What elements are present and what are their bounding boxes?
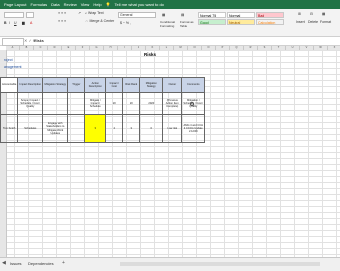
- header-accountable[interactable]: Accountable: [0, 77, 19, 93]
- project-label: roject: [4, 58, 13, 62]
- table-cell[interactable]: (Previous Action Item Complete): [162, 92, 183, 115]
- header-trigger[interactable]: Trigger: [67, 77, 86, 93]
- formula-input[interactable]: Risks: [34, 38, 44, 43]
- table-cell[interactable]: 0: [139, 114, 164, 143]
- merge-center-label: Merge & Center: [89, 19, 115, 23]
- horizontal-scrollbar[interactable]: [120, 262, 320, 266]
- risk-table: Accountable Impact Description Mitigatio…: [0, 77, 206, 143]
- table-cell[interactable]: Engage with Stakeholders to Mitigate Wor…: [42, 114, 69, 143]
- table-cell[interactable]: 20: [105, 92, 124, 115]
- tab-formulas[interactable]: Formulas: [30, 2, 47, 7]
- tell-me-search[interactable]: Tell me what you want to do: [115, 2, 164, 7]
- font-size-select[interactable]: [26, 12, 34, 18]
- currency-icon[interactable]: $ ~ % ,: [120, 21, 131, 25]
- conditional-formatting-button[interactable]: Conditional Formatting: [160, 20, 178, 28]
- align-left-icon[interactable]: ≡ ≡ ≡: [58, 19, 66, 23]
- table-cell[interactable]: Tom Smith: [0, 114, 19, 143]
- table-cell[interactable]: [42, 92, 69, 115]
- add-sheet-icon[interactable]: +: [62, 260, 65, 266]
- style-bad[interactable]: Bad: [256, 12, 284, 18]
- style-normal-75[interactable]: Normal 75: [198, 12, 226, 18]
- format-icon[interactable]: ▦: [322, 12, 325, 16]
- merge-center-button[interactable]: ⇔ Merge & Center: [85, 19, 114, 23]
- italic-button[interactable]: I: [9, 21, 10, 25]
- conditional-formatting-icon[interactable]: ▦: [162, 13, 165, 17]
- tab-view[interactable]: View: [81, 2, 90, 7]
- formula-bar: ✕ ✓ fx Risks: [0, 37, 340, 46]
- table-row: Tom Smith Schedules Engage with Stakehol…: [0, 114, 206, 143]
- bold-button[interactable]: B: [4, 21, 7, 25]
- table-cell[interactable]: Scope / Impact / Schedule / Cost / Quali…: [17, 92, 44, 115]
- insert-icon[interactable]: ⊞: [298, 12, 301, 16]
- table-cell-highlighted[interactable]: 3: [84, 114, 107, 143]
- orientation-icon[interactable]: ↗: [78, 11, 81, 15]
- ribbon: B I U ▆ A ≡ ≡ ≡ ≡ ≡ ≡ ↗ ⤶ Wrap Text ⇔ Me…: [0, 9, 340, 43]
- ribbon-tab-bar: Page Layout Formulas Data Review View He…: [0, 0, 340, 9]
- lightbulb-icon: 💡: [105, 2, 111, 7]
- header-mitigation-strategy[interactable]: Mitigation Strategy: [42, 77, 69, 93]
- name-box[interactable]: [2, 38, 24, 46]
- style-calculation[interactable]: Calculation: [256, 19, 284, 25]
- status-bar: ◀ Issues Dependencies +: [0, 257, 340, 271]
- table-cell[interactable]: 3: [122, 114, 141, 143]
- style-normal[interactable]: Normal: [227, 12, 255, 18]
- header-action-description[interactable]: Action Description: [84, 77, 107, 93]
- tab-help[interactable]: Help: [93, 2, 101, 7]
- font-color-icon[interactable]: A: [30, 21, 32, 25]
- wrap-text-button[interactable]: ⤶ Wrap Text: [85, 11, 104, 15]
- table-row: Scope / Impact / Schedule / Cost / Quali…: [0, 92, 206, 115]
- delete-icon[interactable]: ⊟: [310, 12, 313, 16]
- header-mitigation-stategy[interactable]: Mitigation Stategy: [139, 77, 164, 93]
- header-owner[interactable]: Owner: [162, 77, 183, 93]
- table-cell[interactable]: Low risk: [162, 114, 183, 143]
- font-name-select[interactable]: [4, 12, 24, 18]
- header-risk-rank[interactable]: Risk Rank: [122, 77, 141, 93]
- table-cell[interactable]: AMG 4 and CCH 4 CCCG Update 2.12/09: [181, 114, 206, 143]
- wrap-text-label: Wrap Text: [87, 11, 104, 15]
- format-button[interactable]: Format: [320, 20, 331, 24]
- mouse-cursor-icon: [190, 102, 194, 106]
- delete-button[interactable]: Delete: [308, 20, 318, 24]
- align-top-icon[interactable]: ≡ ≡ ≡: [58, 11, 66, 15]
- table-cell[interactable]: Mitigate / Impact / Schedule: [84, 92, 107, 115]
- wrap-text-icon: ⤶: [85, 11, 87, 15]
- underline-button[interactable]: U: [14, 21, 17, 25]
- table-cell[interactable]: [0, 92, 19, 115]
- format-table-icon[interactable]: ▤: [181, 13, 184, 17]
- tab-review[interactable]: Review: [64, 2, 77, 7]
- table-cell[interactable]: 4: [105, 114, 124, 143]
- table-cell[interactable]: 2020: [139, 92, 164, 115]
- table-cell[interactable]: Schedules: [17, 114, 44, 143]
- sheet-title: Risks: [143, 52, 156, 57]
- table-cell[interactable]: 20: [122, 92, 141, 115]
- style-neutral[interactable]: Neutral: [227, 19, 255, 25]
- tab-data[interactable]: Data: [51, 2, 59, 7]
- scroll-left-icon[interactable]: ◀: [2, 260, 6, 266]
- table-cell[interactable]: [67, 92, 86, 115]
- header-impact-cost[interactable]: Impact / Cost: [105, 77, 124, 93]
- merge-icon: ⇔: [85, 19, 89, 23]
- management-label: anagement: [4, 65, 22, 69]
- tab-page-layout[interactable]: Page Layout: [4, 2, 26, 7]
- header-comments[interactable]: Comments: [181, 77, 206, 93]
- table-header-row: Accountable Impact Description Mitigatio…: [0, 77, 206, 93]
- number-format-select[interactable]: General: [118, 12, 156, 18]
- header-impact-description[interactable]: Impact Description: [17, 77, 44, 93]
- style-good[interactable]: Good: [198, 19, 226, 25]
- table-cell[interactable]: [67, 114, 86, 143]
- fill-color-icon[interactable]: ▆: [22, 21, 25, 25]
- insert-button[interactable]: Insert: [296, 20, 305, 24]
- sheet-tab-issues[interactable]: Issues: [10, 261, 22, 266]
- sheet-tab-dependencies[interactable]: Dependencies: [28, 261, 54, 266]
- format-as-table-button[interactable]: Format as Table: [180, 20, 196, 28]
